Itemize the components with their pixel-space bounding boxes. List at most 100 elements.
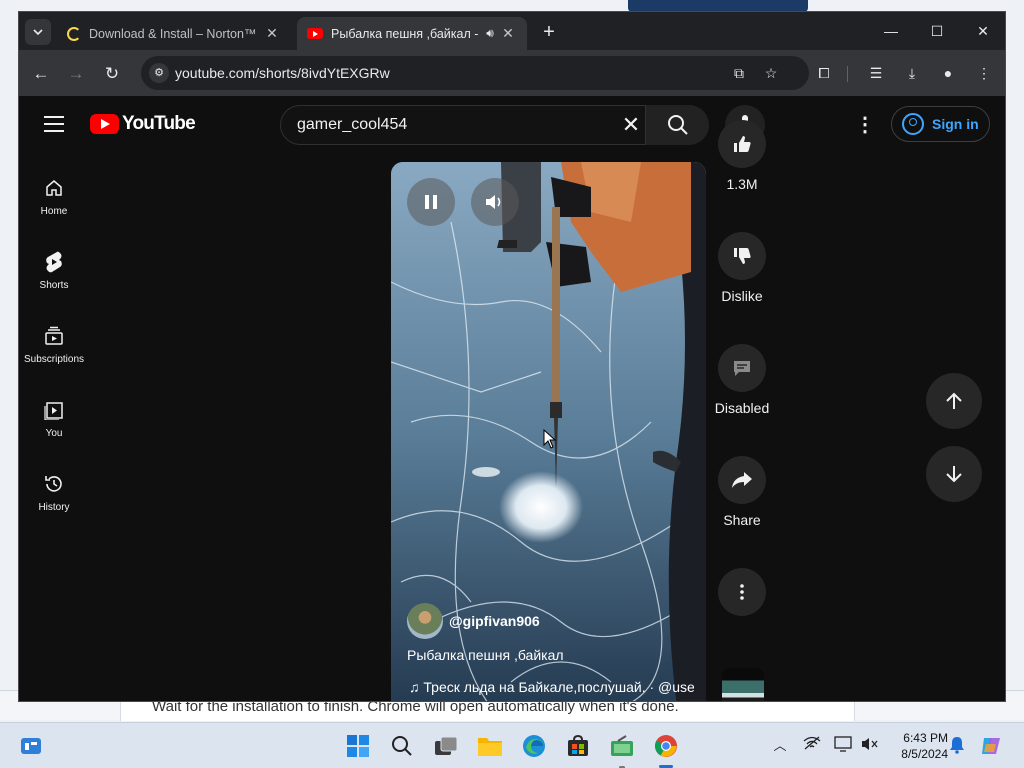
history-icon [42,472,66,496]
store-icon [568,735,588,756]
search-button[interactable] [645,105,709,145]
arrow-down-icon [946,466,962,483]
clock-time: 6:43 PM [903,731,948,745]
channel-info[interactable]: @gipfivan906 [407,603,540,639]
reload-button[interactable]: ↻ [99,61,125,87]
sidebar-item-you[interactable]: You [19,388,89,462]
tab-norton[interactable]: Download & Install – Norton™ ✕ [57,17,291,50]
settings-menu-icon[interactable]: ⋮ [855,114,875,138]
volume-muted-icon[interactable] [860,736,880,756]
app-icon [611,735,633,756]
chrome-window: Download & Install – Norton™ ✕ Рыбалка п… [18,11,1006,702]
profile-icon[interactable]: ● [937,62,959,84]
shorts-icon [42,250,66,274]
mouse-cursor-icon [543,429,557,449]
music-link[interactable]: ♫ Треск льда на Байкале,послушай. · @use… [409,679,694,695]
folder-icon [478,738,502,756]
dislike-button[interactable] [718,232,766,280]
share-action[interactable]: Share [717,456,767,528]
maximize-button[interactable]: ☐ [917,18,957,44]
guide-menu-icon[interactable] [44,116,64,132]
tab-title: Рыбалка пешня ,байкал - Y [331,26,481,41]
media-controls-icon[interactable]: ☰ [865,62,887,84]
display-icon[interactable] [833,736,853,756]
account-icon [902,113,924,135]
loading-spinner-icon [67,26,81,41]
sound-thumbnail[interactable] [722,668,764,701]
comments-button[interactable] [718,344,766,392]
taskbar-search-button[interactable] [387,731,417,761]
share-button[interactable] [718,456,766,504]
clock-date: 8/5/2024 [901,747,948,761]
downloads-icon[interactable]: ⤓ [901,62,923,84]
network-icon[interactable] [802,736,822,756]
youtube-play-icon [90,114,119,134]
subscriptions-icon [42,324,66,348]
sidebar-item-subscriptions[interactable]: Subscriptions [19,314,89,388]
tab-search-button[interactable] [25,19,51,45]
more-vertical-icon [740,584,744,600]
like-action[interactable]: 1.3M [717,120,767,192]
widgets-icon [21,738,41,754]
comments-action[interactable]: Disabled [715,344,769,416]
store-button[interactable] [563,731,593,761]
chevron-down-icon [33,28,43,35]
next-short-button[interactable] [926,446,982,502]
copilot-icon[interactable] [980,736,1000,756]
youtube-page: YouTube gamer_cool454 ✕ ⋮ Sign in Home S… [19,96,1005,701]
sign-in-button[interactable]: Sign in [891,106,990,142]
sidebar-item-shorts[interactable]: Shorts [19,240,89,314]
comments-label: Disabled [714,400,770,416]
system-clock[interactable]: 6:43 PM 8/5/2024 [884,730,948,762]
clear-search-icon[interactable]: ✕ [619,113,643,137]
site-info-icon[interactable]: ⚙ [149,63,169,83]
chrome-icon [655,735,677,757]
close-tab-icon[interactable]: ✕ [499,25,517,42]
bookmark-star-icon[interactable]: ☆ [761,63,781,83]
share-label: Share [723,512,761,528]
channel-avatar[interactable] [407,603,443,639]
sidebar-item-home[interactable]: Home [19,166,89,240]
pause-button[interactable] [407,178,455,226]
previous-short-button[interactable] [926,373,982,429]
edge-button[interactable] [519,731,549,761]
youtube-logo[interactable]: YouTube [90,113,196,135]
volume-button[interactable] [471,178,519,226]
notification-bell-icon[interactable] [947,736,967,756]
search-box[interactable]: gamer_cool454 ✕ [280,105,709,145]
like-button[interactable] [718,120,766,168]
tab-youtube[interactable]: Рыбалка пешня ,байкал - Y 🔊︎ ✕ [297,17,527,50]
start-button[interactable] [343,731,373,761]
dislike-action[interactable]: Dislike [717,232,767,304]
share-icon [732,472,752,488]
chrome-taskbar-button[interactable] [651,731,681,761]
widgets-button[interactable] [16,731,46,761]
task-view-icon [435,736,458,755]
search-icon [392,736,412,756]
minimize-button[interactable]: — [871,18,911,44]
running-app-button[interactable] [607,731,637,761]
chrome-menu-icon[interactable]: ⋮ [973,62,995,84]
close-window-button[interactable]: ✕ [963,18,1003,44]
new-tab-button[interactable]: + [537,21,561,43]
show-hidden-icons-icon[interactable]: ︿ [770,736,790,756]
audio-playing-icon[interactable]: 🔊︎ [481,26,499,41]
search-input[interactable]: gamer_cool454 [297,116,407,134]
file-explorer-button[interactable] [475,731,505,761]
close-tab-icon[interactable]: ✕ [263,25,281,42]
install-app-icon[interactable]: ⧉ [729,63,749,83]
address-bar[interactable]: ⚙ youtube.com/shorts/8ivdYtEXGRw ⧉ ☆ [141,56,809,90]
taskbar: ︿ 6:43 PM 8/5/2024 [0,722,1024,768]
home-icon [42,176,66,200]
extensions-icon[interactable]: ⧠ [813,62,835,84]
forward-button[interactable]: → [63,61,89,87]
search-icon [667,115,688,135]
sidebar-item-history[interactable]: History [19,462,89,536]
more-action[interactable] [717,568,767,616]
task-view-button[interactable] [431,731,461,761]
sidebar-item-label: Shorts [39,280,69,291]
thumbs-up-icon [734,136,751,152]
back-button[interactable]: ← [28,61,54,87]
channel-name[interactable]: @gipfivan906 [449,613,540,629]
more-options-button[interactable] [718,568,766,616]
